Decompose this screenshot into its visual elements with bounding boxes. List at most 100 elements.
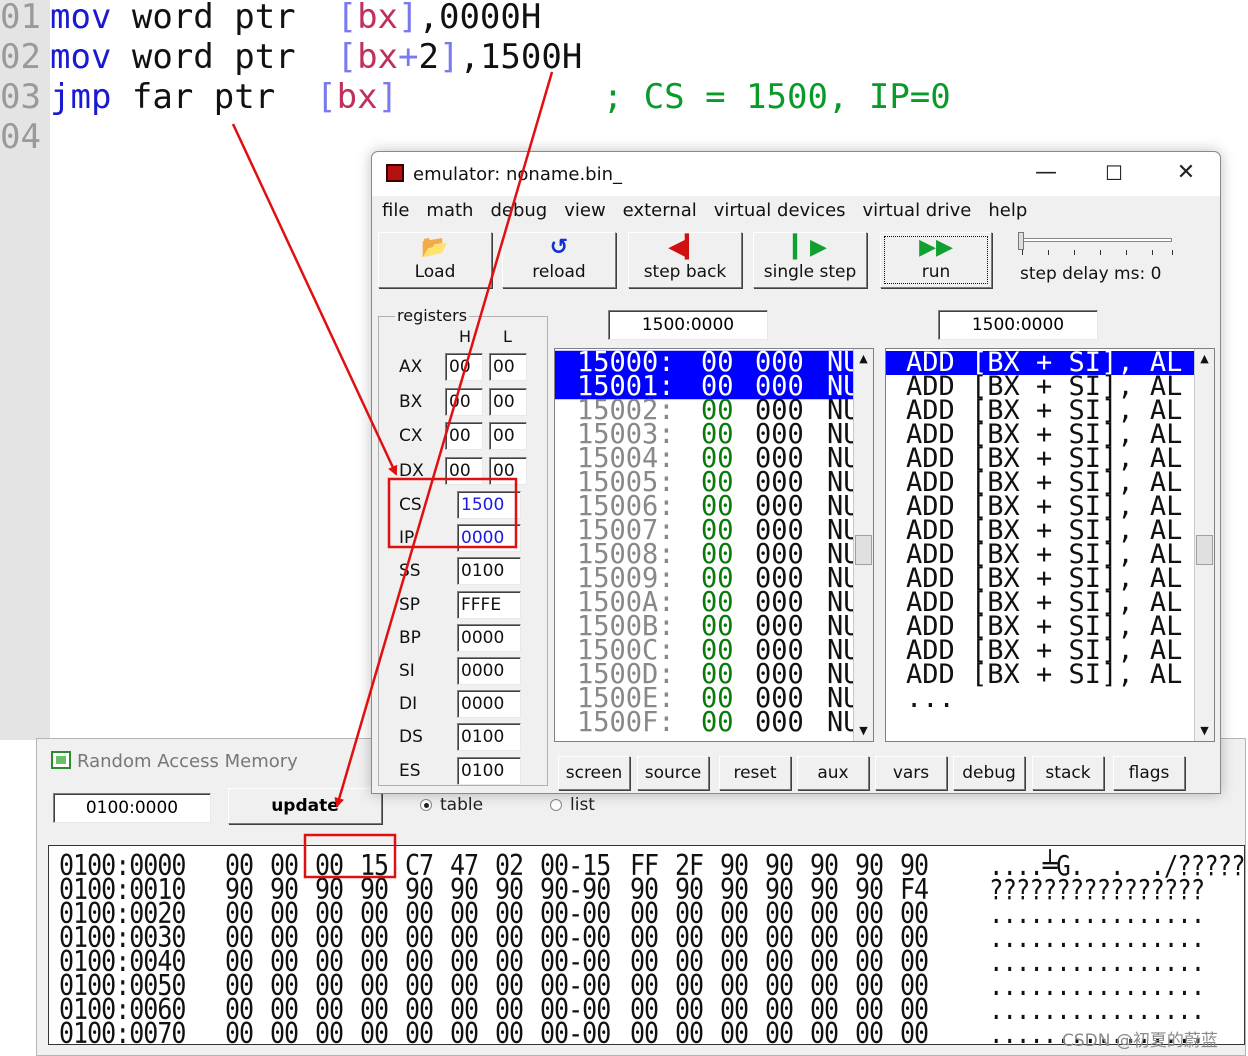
radio-selected-icon (420, 799, 432, 811)
menu-virtual-drive[interactable]: virtual drive (863, 196, 972, 226)
register-si-value[interactable]: 0000 (457, 657, 521, 685)
memory-dump-address: 0100:0070 (59, 1016, 186, 1045)
minimize-button[interactable]: — (1026, 160, 1066, 188)
scroll-up-icon[interactable]: ▲ (1195, 349, 1214, 369)
tab-stack[interactable]: stack (1032, 756, 1104, 790)
memory-listing[interactable]: 15000: 00 000 NU 15001: 00 000 NU 15002: 00 000 NU 1… (554, 348, 874, 742)
menu-external[interactable]: external (623, 196, 697, 226)
memory-dump-byte: 00 (810, 1016, 839, 1045)
disassembly-address-input[interactable]: 1500:0000 (938, 310, 1098, 340)
memory-row-hex: 00 (701, 706, 734, 739)
register-name-cx: CX (399, 426, 423, 446)
high-byte-header: H (459, 327, 472, 346)
code-token: ,1500H (459, 37, 583, 77)
register-cx-low[interactable]: 00 (489, 422, 527, 450)
update-button[interactable]: update (228, 788, 382, 824)
register-cx-high[interactable]: 00 (445, 422, 483, 450)
menu-file[interactable]: file (382, 196, 409, 226)
reload-button[interactable]: ↺ reload (502, 232, 616, 288)
memory-row[interactable]: 1500F: 00 000 NU (555, 706, 860, 739)
view-table-radio[interactable]: table (420, 795, 483, 815)
menu-virtual-devices[interactable]: virtual devices (714, 196, 846, 226)
register-bx-high[interactable]: 00 (445, 387, 483, 416)
code-token: ] (398, 0, 419, 37)
maximize-button[interactable]: ☐ (1094, 160, 1134, 188)
register-name-ss: SS (399, 561, 421, 582)
slider-tick (1074, 250, 1075, 255)
memory-address-input[interactable]: 1500:0000 (608, 310, 768, 340)
run-button[interactable]: ▶▶ run (880, 232, 992, 288)
step-delay-label: step delay ms: 0 (1020, 264, 1162, 284)
register-ds-value[interactable]: 0100 (457, 723, 521, 752)
load-button[interactable]: 📂 Load (378, 232, 492, 288)
ram-address-input[interactable]: 0100:0000 (53, 793, 211, 823)
register-sp-value[interactable]: FFFE (457, 590, 521, 619)
memory-dump-byte: 00 (720, 1016, 749, 1045)
tab-debug[interactable]: debug (953, 756, 1025, 790)
menu-help[interactable]: help (988, 196, 1027, 226)
tab-screen[interactable]: screen (558, 756, 630, 790)
register-ip-value[interactable]: 0000 (457, 524, 521, 553)
tab-source[interactable]: source (637, 756, 709, 790)
menu-math[interactable]: math (426, 196, 473, 226)
single-step-button[interactable]: ▎▶ single step (753, 232, 867, 288)
tab-reset[interactable]: reset (719, 756, 791, 790)
code-token: mov (50, 37, 132, 77)
memory-dump-byte: 00 (765, 1016, 794, 1045)
register-ss-value[interactable]: 0100 (457, 557, 521, 586)
register-name-dx: DX (399, 460, 424, 481)
code-token: ,0000H (418, 0, 542, 37)
run-icon: ▶▶ (919, 235, 953, 260)
disassembly-scrollbar[interactable]: ▲ ▼ (1194, 349, 1214, 741)
register-es-value[interactable]: 0100 (457, 756, 521, 785)
reload-icon: ↺ (549, 235, 569, 260)
memory-dump-byte: 00 (315, 1016, 344, 1045)
menu-view[interactable]: view (564, 196, 605, 226)
register-cs-value[interactable]: 1500 (457, 491, 521, 519)
register-bx-low[interactable]: 00 (489, 387, 527, 416)
register-ax-high[interactable]: 00 (445, 353, 483, 381)
line-number: 04 (0, 117, 41, 157)
tab-aux[interactable]: aux (797, 756, 869, 790)
tab-flags[interactable]: flags (1113, 756, 1185, 790)
view-list-radio[interactable]: list (550, 795, 595, 815)
screenshot-stage: 01 mov word ptr [bx],0000H 02 mov word ptr … (0, 0, 1248, 1056)
register-bp-value[interactable]: 0000 (457, 623, 521, 652)
step-delay-slider-thumb[interactable] (1018, 232, 1024, 250)
tab-vars[interactable]: vars (875, 756, 947, 790)
scrollbar-thumb[interactable] (855, 535, 872, 565)
slider-tick (1022, 250, 1023, 255)
scroll-up-icon[interactable]: ▲ (854, 349, 873, 369)
code-line: 02 mov word ptr [bx+2],1500H (0, 37, 582, 77)
memory-dump-byte: 00 (225, 1016, 254, 1045)
menu-debug[interactable]: debug (490, 196, 547, 226)
register-dx-low[interactable]: 00 (489, 456, 527, 485)
step-delay-slider[interactable] (1020, 238, 1172, 242)
register-di-value[interactable]: 0000 (457, 690, 521, 719)
memory-dump-table[interactable]: 0100:0000 00 00 00 15 C7 47 02 00-15 FF 2F 90 90 90 90… (48, 845, 1245, 1045)
emulator-titlebar[interactable]: emulator: noname.bin_ — ☐ ✕ (372, 152, 1220, 196)
register-name-ds: DS (399, 727, 423, 748)
memory-scrollbar[interactable]: ▲ ▼ (853, 349, 873, 741)
step-back-label: step back (643, 262, 727, 282)
scrollbar-thumb[interactable] (1196, 535, 1213, 565)
memory-dump-byte: 00 (405, 1016, 434, 1045)
emulator-chip-icon (386, 164, 404, 182)
run-label: run (921, 262, 951, 282)
code-token: jmp (50, 77, 132, 117)
scroll-down-icon[interactable]: ▼ (1195, 721, 1214, 741)
register-name-di: DI (399, 694, 418, 715)
register-dx-high[interactable]: 00 (445, 456, 483, 485)
step-back-button[interactable]: ◀▎ step back (628, 232, 742, 288)
register-ax-low[interactable]: 00 (489, 353, 527, 381)
code-line: 01 mov word ptr [bx],0000H (0, 0, 541, 37)
code-token: ] (377, 77, 399, 117)
disassembly-row[interactable]: ... (886, 685, 1194, 712)
disassembly-listing[interactable]: ADD [BX + SI], AL ADD [BX + SI], AL ADD [B… (885, 348, 1215, 742)
scroll-down-icon[interactable]: ▼ (854, 721, 873, 741)
code-line: 04 (0, 117, 50, 157)
register-name-sp: SP (399, 594, 421, 615)
memory-dump-byte: 00-00 (540, 1016, 611, 1045)
close-button[interactable]: ✕ (1166, 160, 1206, 188)
